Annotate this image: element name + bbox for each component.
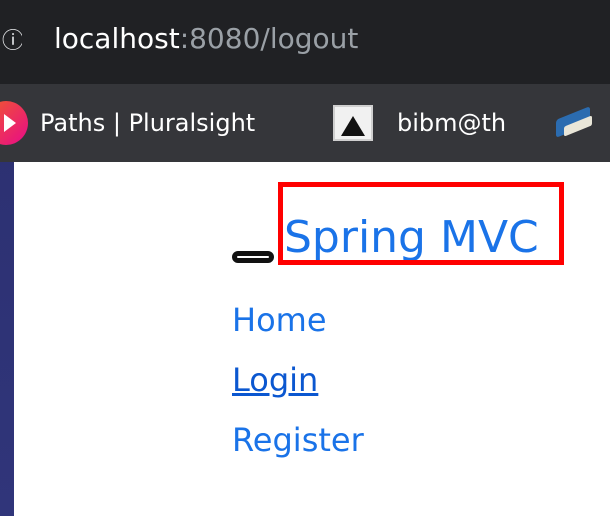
pluralsight-icon (0, 101, 28, 145)
nav-link-register[interactable]: Register (232, 420, 364, 460)
url-host: localhost (54, 22, 180, 55)
bookmark-bibmath[interactable]: bibm@th (333, 84, 506, 162)
url-text[interactable]: localhost:8080/logout (54, 22, 358, 55)
bookmark-pluralsight[interactable]: Paths | Pluralsight (0, 84, 255, 162)
page-content: Spring MVC Home Login Register (14, 162, 610, 516)
info-icon[interactable]: ⓘ (2, 29, 22, 53)
url-path: :8080/logout (179, 22, 359, 55)
navbar-toggler-icon[interactable] (232, 251, 274, 263)
book-icon (556, 109, 596, 137)
browser-window: ⓘ localhost:8080/logout Paths | Pluralsi… (0, 0, 610, 516)
bibmath-icon (333, 105, 373, 141)
nav-link-home[interactable]: Home (232, 300, 327, 340)
bookmark-label: bibm@th (397, 109, 507, 137)
bookmark-book[interactable] (556, 84, 596, 162)
bookmarks-bar: Paths | Pluralsight bibm@th (0, 84, 610, 162)
bookmark-label: Paths | Pluralsight (40, 109, 256, 137)
navbar-brand[interactable]: Spring MVC (284, 210, 539, 266)
nav-link-login[interactable]: Login (232, 360, 318, 400)
address-bar[interactable]: ⓘ localhost:8080/logout (0, 0, 610, 84)
